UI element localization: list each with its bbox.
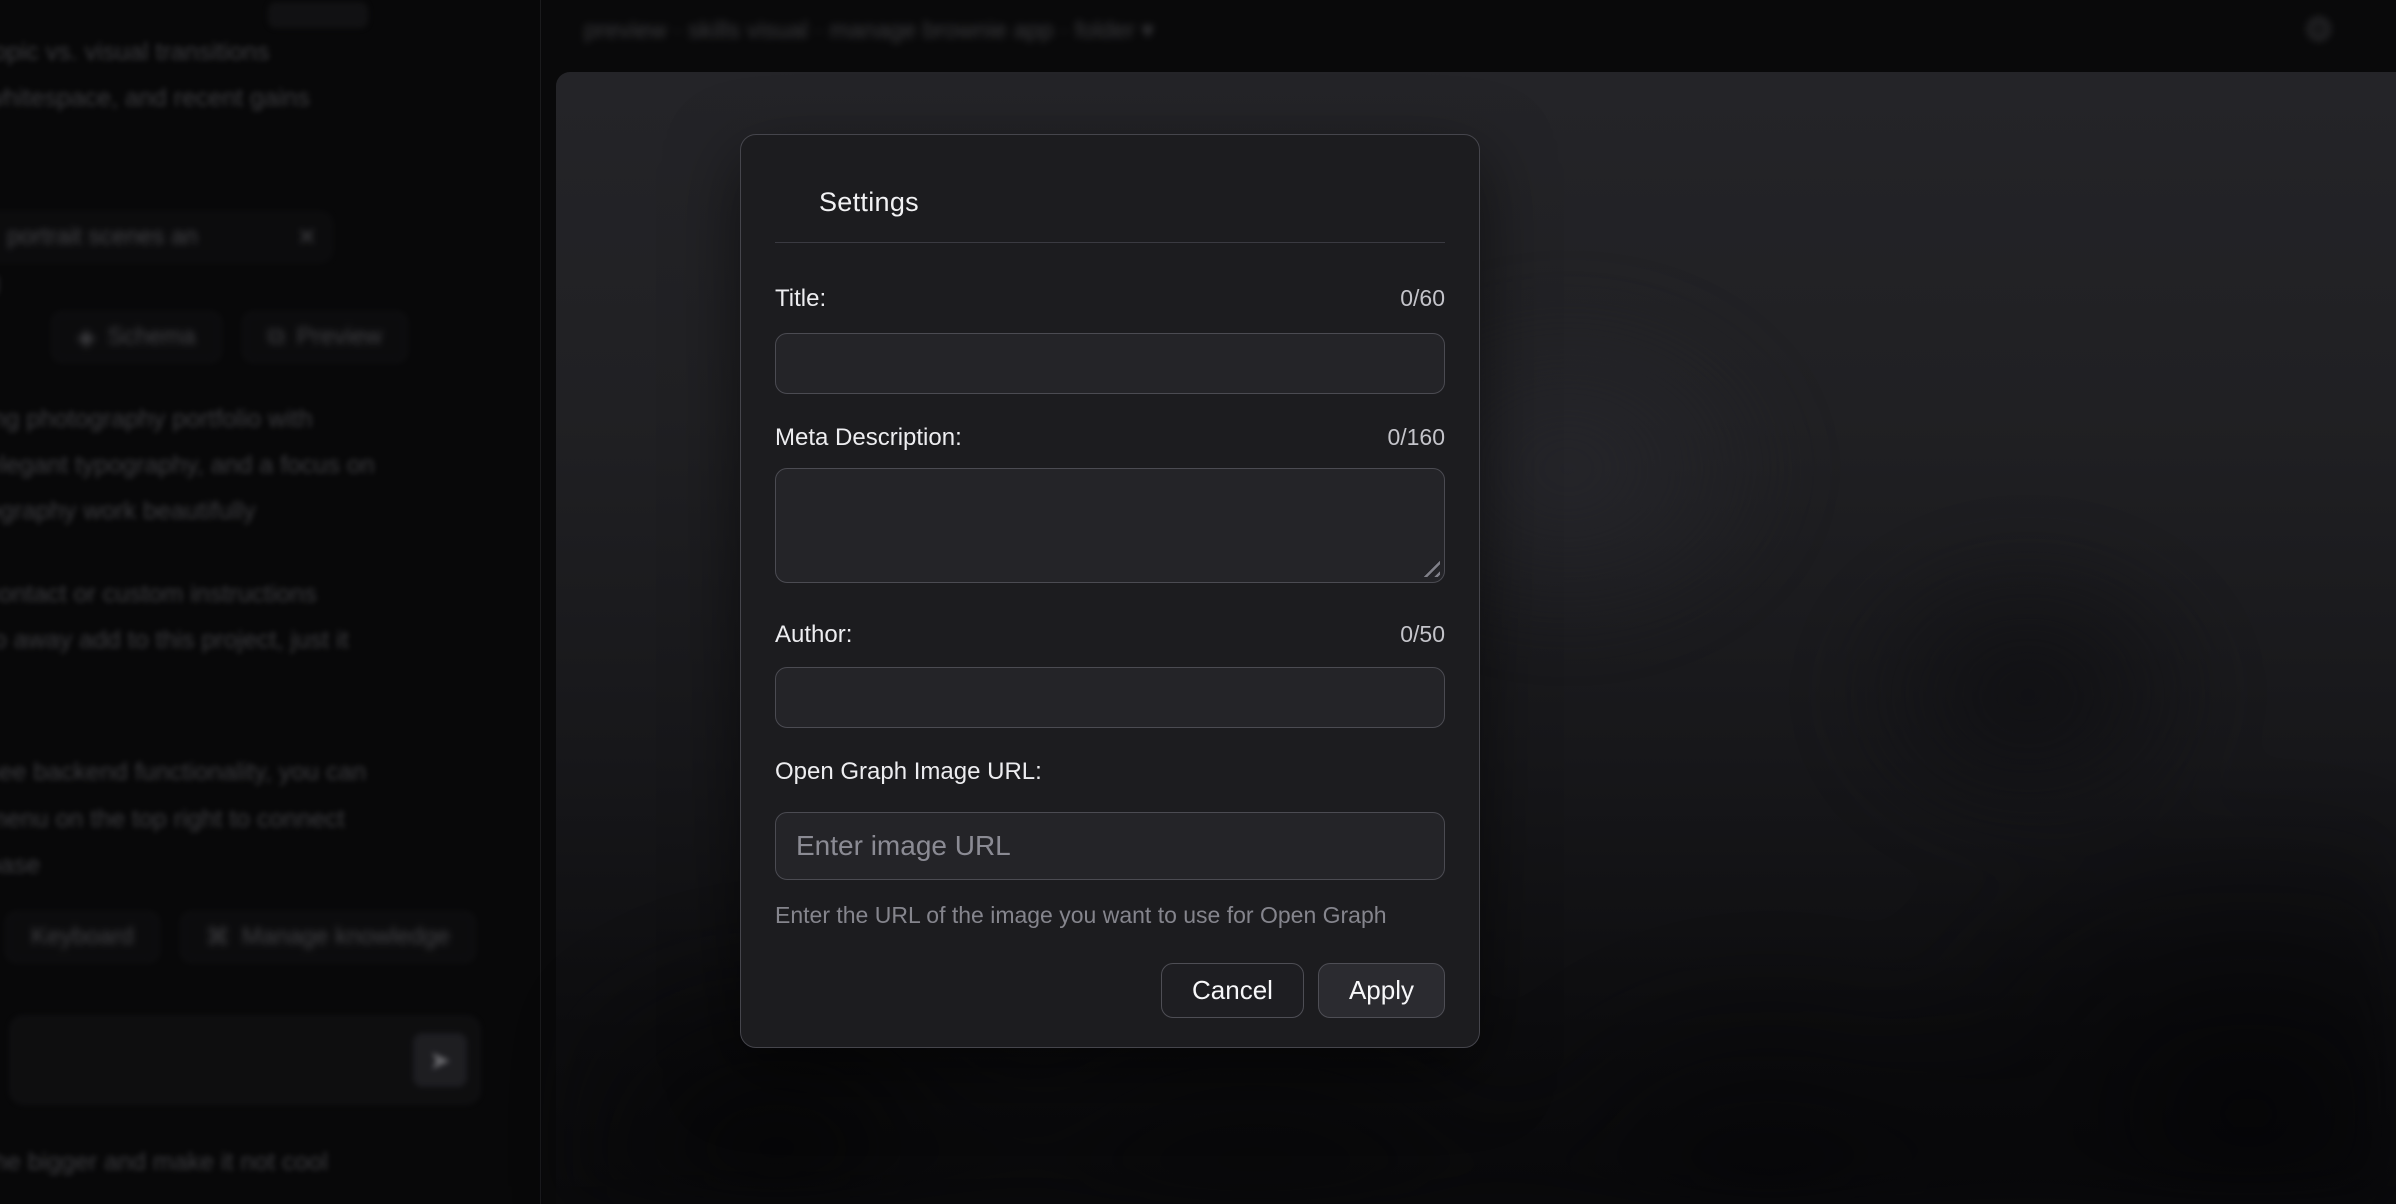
sidebar-dismiss-pill: portrait scenes an ✕ [0, 212, 332, 262]
meta-description-textarea-wrap [775, 468, 1445, 583]
sidebar-blurred-text: see backend functionality, you can [0, 758, 366, 787]
send-button: ➤ [413, 1033, 467, 1087]
sidebar-blurred-text: menu on the top right to connect [0, 805, 345, 834]
title-field-header: Title: 0/60 [775, 285, 1445, 313]
meta-description-label: Meta Description: [775, 424, 962, 452]
send-icon: ➤ [429, 1045, 451, 1076]
og-image-helper-text: Enter the URL of the image you want to u… [775, 902, 1445, 929]
apply-button[interactable]: Apply [1318, 963, 1445, 1018]
sidebar-action-row: Keyboard ⌘ Manage knowledge [6, 912, 475, 962]
title-char-counter: 0/60 [1400, 285, 1445, 312]
settings-dialog: Settings Title: 0/60 Meta Description: 0… [740, 134, 1480, 1048]
sidebar-blurred-text: ing photography portfolio with [0, 405, 313, 434]
og-image-field-header: Open Graph Image URL: [775, 758, 1445, 786]
sidebar-blurred-text: contact or custom instructions [0, 580, 317, 609]
cancel-button[interactable]: Cancel [1161, 963, 1304, 1018]
topbar: preview · skills visual · manage brownie… [556, 0, 2396, 70]
app-window: topic vs. visual transitions whitespace,… [0, 0, 2396, 1204]
sidebar-blurred-text: to away add to this project, just it [0, 626, 349, 655]
author-input[interactable] [775, 667, 1445, 728]
chat-composer: ➤ [10, 1016, 480, 1104]
sidebar-blurred-text: whitespace, and recent gains [0, 84, 310, 113]
preview-chip-label: Preview [297, 323, 382, 351]
manage-knowledge-label: Manage knowledge [242, 923, 450, 951]
author-char-counter: 0/50 [1400, 621, 1445, 648]
gear-icon: ⚙ [2304, 10, 2334, 50]
meta-description-textarea[interactable] [775, 468, 1445, 583]
knowledge-icon: ⌘ [206, 923, 230, 952]
author-label: Author: [775, 621, 852, 649]
sidebar-blurred-text: base [0, 851, 40, 880]
author-field-header: Author: 0/50 [775, 621, 1445, 649]
sidebar-pill-label: portrait scenes an [7, 223, 198, 251]
keyboard-button-label: Keyboard [31, 923, 134, 951]
og-image-url-input[interactable] [775, 812, 1445, 880]
schema-icon: ◈ [77, 323, 95, 352]
sidebar-blurred-text: elegant typography, and a focus on [0, 451, 375, 480]
og-image-url-label: Open Graph Image URL: [775, 758, 1042, 786]
divider [775, 242, 1445, 243]
title-label: Title: [775, 285, 826, 313]
breadcrumb: preview · skills visual · manage brownie… [584, 16, 1154, 45]
close-icon: ✕ [297, 223, 317, 252]
keyboard-button: Keyboard [6, 912, 159, 962]
schema-chip: ◈ Schema [52, 312, 221, 362]
meta-description-char-counter: 0/160 [1387, 424, 1445, 451]
schema-chip-label: Schema [107, 323, 195, 351]
dialog-title: Settings [819, 187, 1445, 218]
sidebar-blurred-text: the bigger and make it not cool [0, 1148, 328, 1177]
sidebar-blurred-text: ography work beautifully [0, 497, 256, 526]
manage-knowledge-button: ⌘ Manage knowledge [181, 912, 475, 962]
sidebar-tab-blurred [268, 2, 368, 28]
title-input[interactable] [775, 333, 1445, 394]
preview-icon: ⧉ [268, 323, 285, 351]
sidebar: topic vs. visual transitions whitespace,… [0, 0, 541, 1204]
sidebar-chip-row: ◈ Schema ⧉ Preview [52, 312, 407, 362]
meta-description-field-header: Meta Description: 0/160 [775, 424, 1445, 452]
sidebar-blurred-text: topic vs. visual transitions [0, 38, 269, 67]
preview-chip: ⧉ Preview [243, 312, 408, 362]
dialog-button-row: Cancel Apply [775, 963, 1445, 1018]
